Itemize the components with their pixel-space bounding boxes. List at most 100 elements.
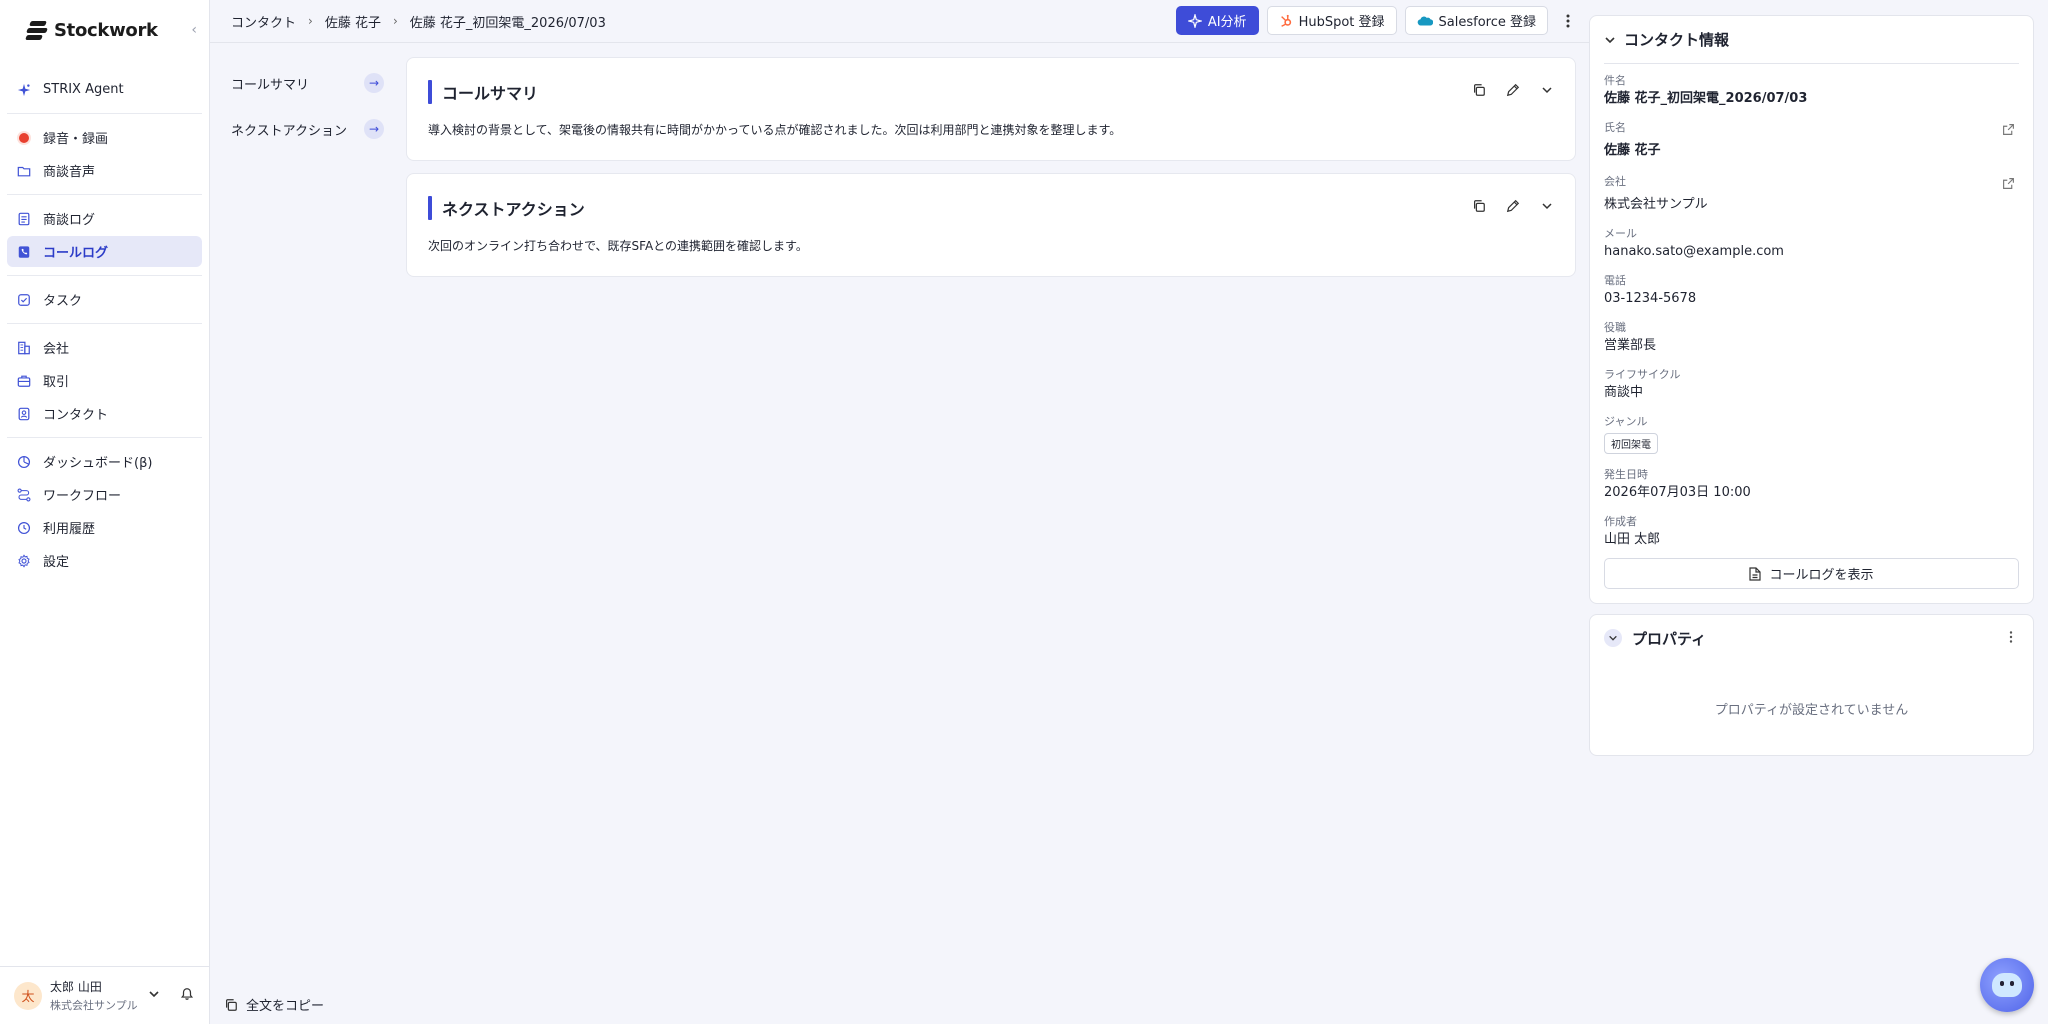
- copy-icon[interactable]: [1471, 198, 1487, 214]
- sidebar: Stockwork ‹ STRIX Agent 録音・録画 商談音声 商談ログ: [0, 0, 210, 1024]
- card-title-text: コールサマリ: [442, 84, 539, 103]
- copy-icon[interactable]: [1471, 82, 1487, 98]
- card-title: コールサマリ: [428, 80, 1555, 104]
- breadcrumb-item-contact[interactable]: 佐藤 花子: [325, 12, 381, 31]
- more-vertical-icon[interactable]: [2009, 631, 2013, 647]
- edit-pencil-icon[interactable]: [1505, 198, 1521, 214]
- nav-group-agent: STRIX Agent: [7, 66, 202, 114]
- panel-title: プロパティ: [1632, 629, 1707, 648]
- show-call-log-button[interactable]: コールログを表示: [1604, 558, 2019, 589]
- field-genre: ジャンル 初回架電: [1604, 415, 2019, 454]
- sidebar-item-strix-agent[interactable]: STRIX Agent: [7, 74, 202, 105]
- sidebar-item-label: コールログ: [43, 246, 109, 261]
- sidebar-item-call-log[interactable]: コールログ: [7, 236, 202, 267]
- section-nav-label: コールサマリ: [231, 77, 310, 93]
- user-name: 太郎 山田: [50, 980, 102, 994]
- contact-icon: [17, 407, 31, 421]
- user-menu[interactable]: 太 太郎 山田 株式会社サンプル: [0, 966, 210, 1024]
- sidebar-item-dashboard[interactable]: ダッシュボード(β): [7, 446, 202, 477]
- record-icon: [17, 131, 31, 145]
- property-panel: プロパティ プロパティが設定されていません: [1589, 614, 2034, 756]
- nav-group-crm: 会社 取引 コンタクト: [7, 324, 202, 438]
- chevron-down-icon[interactable]: [148, 988, 160, 1003]
- sidebar-item-deals[interactable]: 取引: [7, 365, 202, 396]
- user-info: 太郎 山田 株式会社サンプル: [50, 978, 148, 1013]
- property-empty-text: プロパティが設定されていません: [1714, 703, 1909, 718]
- field-subject: 件名 佐藤 花子_初回架電_2026/07/03: [1604, 74, 2019, 107]
- salesforce-cloud-icon: [1417, 15, 1433, 27]
- main-content: コールサマリ 導入検討の背景として、架電後の情報共有に時間がかかっている点が確認…: [406, 57, 1576, 289]
- field-value: 営業部長: [1604, 338, 1657, 353]
- hubspot-register-button[interactable]: HubSpot 登録: [1266, 6, 1397, 35]
- external-link-icon[interactable]: [2002, 123, 2015, 140]
- sidebar-item-label: ダッシュボード(β): [43, 456, 153, 471]
- sidebar-item-label: タスク: [43, 294, 83, 309]
- collapse-sidebar-icon[interactable]: ‹: [191, 22, 197, 38]
- breadcrumb-item-current: 佐藤 花子_初回架電_2026/07/03: [409, 15, 606, 31]
- breadcrumb-item-contacts[interactable]: コンタクト: [231, 12, 296, 31]
- sidebar-item-meeting-log[interactable]: 商談ログ: [7, 203, 202, 234]
- copy-all-button[interactable]: 全文をコピー: [224, 995, 324, 1014]
- field-label: 作成者: [1604, 515, 1637, 528]
- chevron-down-icon[interactable]: [1539, 198, 1555, 214]
- sidebar-item-usage-history[interactable]: 利用履歴: [7, 512, 202, 543]
- sidebar-item-label: 録音・録画: [43, 132, 109, 147]
- section-nav-label: ネクストアクション: [231, 123, 347, 139]
- sidebar-item-contacts[interactable]: コンタクト: [7, 398, 202, 429]
- field-value: 03-1234-5678: [1604, 291, 1697, 306]
- hubspot-register-label: HubSpot 登録: [1298, 15, 1385, 30]
- external-link-icon[interactable]: [2002, 177, 2015, 194]
- show-call-log-label: コールログを表示: [1769, 568, 1874, 583]
- brand-name: Stockwork: [54, 19, 158, 41]
- section-nav: コールサマリ → ネクストアクション →: [210, 60, 400, 152]
- arrow-right-icon: →: [364, 73, 384, 93]
- ai-analysis-button[interactable]: AI分析: [1175, 6, 1259, 35]
- field-company: 会社 株式会社サンプル: [1604, 175, 2019, 213]
- brand-logo[interactable]: Stockwork ‹: [0, 0, 209, 60]
- assistant-chat-button[interactable]: [1980, 958, 2034, 1012]
- bell-icon[interactable]: [180, 987, 194, 1005]
- card-body: 次回のオンライン打ち合わせで、既存SFAとの連携範囲を確認します。: [428, 239, 808, 253]
- breadcrumb: コンタクト › 佐藤 花子 › 佐藤 花子_初回架電_2026/07/03: [210, 12, 606, 31]
- sidebar-item-label: コンタクト: [43, 408, 109, 423]
- document-icon: [1749, 566, 1762, 581]
- field-phone: 電話 03-1234-5678: [1604, 274, 2019, 307]
- contact-fields: 件名 佐藤 花子_初回架電_2026/07/03 氏名 佐藤 花子 会社 株式会…: [1590, 64, 2033, 548]
- card-title-text: ネクストアクション: [442, 200, 585, 219]
- card-tools: [1453, 82, 1555, 98]
- field-value: hanako.sato@example.com: [1604, 244, 1784, 259]
- document-icon: [17, 212, 31, 226]
- genre-tag: 初回架電: [1604, 433, 1658, 454]
- call-log-icon: [17, 245, 31, 259]
- call-summary-card: コールサマリ 導入検討の背景として、架電後の情報共有に時間がかかっている点が確認…: [406, 57, 1576, 161]
- property-header[interactable]: プロパティ: [1590, 615, 2033, 661]
- section-nav-next-action[interactable]: ネクストアクション →: [210, 106, 400, 152]
- ai-analysis-label: AI分析: [1207, 15, 1247, 30]
- logo-icon: [25, 20, 48, 40]
- sidebar-item-meeting-audio[interactable]: 商談音声: [7, 155, 202, 186]
- field-value: 2026年07月03日 10:00: [1604, 485, 1751, 500]
- salesforce-register-button[interactable]: Salesforce 登録: [1404, 6, 1548, 35]
- more-vertical-icon[interactable]: [1556, 6, 1580, 35]
- next-action-card: ネクストアクション 次回のオンライン打ち合わせで、既存SFAとの連携範囲を確認し…: [406, 173, 1576, 277]
- chevron-down-icon[interactable]: [1539, 82, 1555, 98]
- field-label: 件名: [1604, 74, 1626, 87]
- sidebar-item-settings[interactable]: 設定: [7, 545, 202, 576]
- field-name: 氏名 佐藤 花子: [1604, 121, 2019, 159]
- accent-bar: [428, 80, 432, 104]
- sidebar-item-tasks[interactable]: タスク: [7, 284, 202, 315]
- section-nav-call-summary[interactable]: コールサマリ →: [210, 60, 400, 106]
- chevron-down-icon: [1604, 34, 1616, 46]
- arrow-right-icon: →: [364, 119, 384, 139]
- field-role: 役職 営業部長: [1604, 321, 2019, 354]
- edit-pencil-icon[interactable]: [1505, 82, 1521, 98]
- sidebar-item-label: 設定: [43, 555, 70, 570]
- sidebar-item-recording[interactable]: 録音・録画: [7, 122, 202, 153]
- chevron-right-icon: ›: [308, 14, 313, 28]
- sidebar-item-workflow[interactable]: ワークフロー: [7, 479, 202, 510]
- sidebar-item-companies[interactable]: 会社: [7, 332, 202, 363]
- top-bar: コンタクト › 佐藤 花子 › 佐藤 花子_初回架電_2026/07/03 AI…: [210, 0, 1590, 43]
- contact-info-header[interactable]: コンタクト情報: [1604, 16, 2019, 64]
- checkbox-icon: [17, 293, 31, 307]
- sidebar-item-label: 商談音声: [43, 165, 96, 180]
